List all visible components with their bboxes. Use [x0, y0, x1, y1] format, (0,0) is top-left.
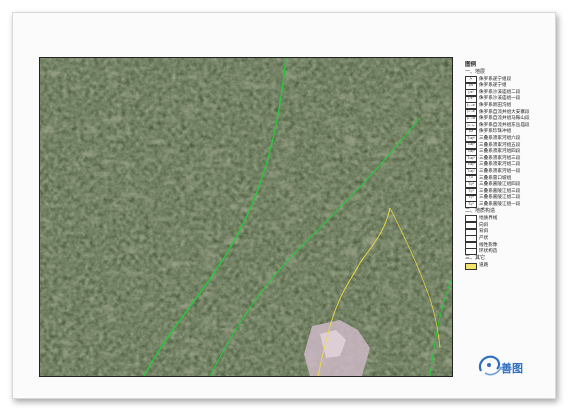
legend-title: 图例: [465, 62, 477, 68]
legend-section-heading: 三、其它: [465, 255, 486, 262]
legend-label: 三叠系嘉陵江组三段: [479, 188, 521, 194]
shantu-logo: 善图: [475, 351, 535, 381]
legend-swatch: T₁j¹: [465, 201, 477, 209]
legend-label: 向斜: [479, 222, 489, 228]
legend-code: J₁₋₂ₚ: [467, 122, 475, 127]
legend-label: 侏罗系沙溪庙组一段: [479, 96, 521, 102]
legend-label: 三叠系须家河组二段: [479, 162, 521, 168]
legend-swatch: [465, 262, 477, 270]
satellite-imagery: [40, 58, 452, 376]
legend-label: 侏罗系自流井组大安寨段: [479, 109, 530, 115]
legend-code: T₁j³: [468, 188, 474, 193]
satellite-map-frame: [39, 57, 453, 377]
legend-label: 侏罗系沙溪庙组二段: [479, 89, 521, 95]
legend-code: T₁j⁴: [468, 181, 474, 186]
legend-code: T₃xj⁵: [467, 142, 475, 147]
legend-section-heading: 二、地质构造: [465, 208, 496, 215]
legend-label: 三叠系嘉陵江组四段: [479, 182, 521, 188]
legend-code: T₂l: [468, 175, 474, 180]
legend-swatch: [465, 248, 477, 256]
legend-label: 线性影像: [479, 242, 498, 248]
legend-code: T₁j¹: [468, 201, 474, 206]
legend-label: 三叠系嘉陵江组二段: [479, 195, 521, 201]
legend-code: J₂s²: [468, 89, 474, 94]
map-legend: 图例 一、地层 Jₚ 侏罗系遂宁组段 J₂s 侏罗系遂宁组 J₂s² 侏罗系沙溪庙组二段 J₂…: [465, 62, 535, 270]
legend-label: 侏罗系珍珠冲组: [479, 129, 512, 135]
legend-code: T₃xj³: [467, 155, 475, 160]
map-sheet: 图例 一、地层 Jₚ 侏罗系遂宁组段 J₂s 侏罗系遂宁组 J₂s² 侏罗系沙溪庙组二段 J₂…: [12, 12, 556, 399]
legend-code: J₂s¹: [468, 96, 474, 101]
legend-item: 道路: [465, 262, 535, 270]
legend-label: 三叠系须家河组五段: [479, 142, 521, 148]
legend-label: 侏罗系自流井组东岳庙段: [479, 122, 530, 128]
legend-label: 三叠系须家河组三段: [479, 155, 521, 161]
legend-body: 一、地层 Jₚ 侏罗系遂宁组段 J₂s 侏罗系遂宁组 J₂s² 侏罗系沙溪庙组二段 J₂s¹ 侏…: [465, 68, 535, 270]
legend-label: 环状构造: [479, 249, 498, 255]
logo-text: 善图: [501, 362, 523, 375]
legend-label: 三叠系雷口坡组: [479, 175, 512, 181]
legend-code: T₁j²: [468, 195, 474, 200]
legend-item: T₁j¹ 三叠系嘉陵江组一段: [465, 201, 535, 209]
legend-label: 产状: [479, 235, 489, 241]
legend-code: T₃xj¹: [467, 168, 475, 173]
legend-label: 三叠系须家河组六段: [479, 136, 521, 142]
legend-label: 侏罗系新田沟组: [479, 103, 512, 109]
legend-code: T₃xj²: [467, 162, 475, 167]
legend-label: 背斜: [479, 229, 489, 235]
legend-label: 地质界线: [479, 216, 498, 222]
legend-code: T₃xj⁶: [467, 135, 475, 140]
legend-label: 三叠系须家河组一段: [479, 169, 521, 174]
legend-code: J₁₋₂z: [467, 109, 475, 114]
legend-label: 侏罗系遂宁组: [479, 83, 507, 89]
legend-label: 侏罗系遂宁组段: [479, 76, 512, 82]
legend-label: 道路: [479, 263, 489, 269]
legend-label: 三叠系嘉陵江组一段: [479, 201, 521, 207]
legend-code: J₂s: [468, 83, 474, 88]
legend-label: 侏罗系自流井组马鞍山段: [479, 116, 530, 122]
legend-section-heading: 一、地层: [465, 68, 486, 75]
legend-code: J₁₋₂x: [467, 102, 475, 107]
legend-code: T₃xj⁴: [467, 149, 475, 154]
legend-code: J₁z: [468, 129, 474, 134]
legend-label: 三叠系须家河组四段: [479, 149, 521, 155]
legend-item: 环状构造: [465, 248, 535, 256]
legend-code: Jₚ: [469, 76, 473, 81]
legend-code: J₁₋₂d: [467, 116, 475, 121]
